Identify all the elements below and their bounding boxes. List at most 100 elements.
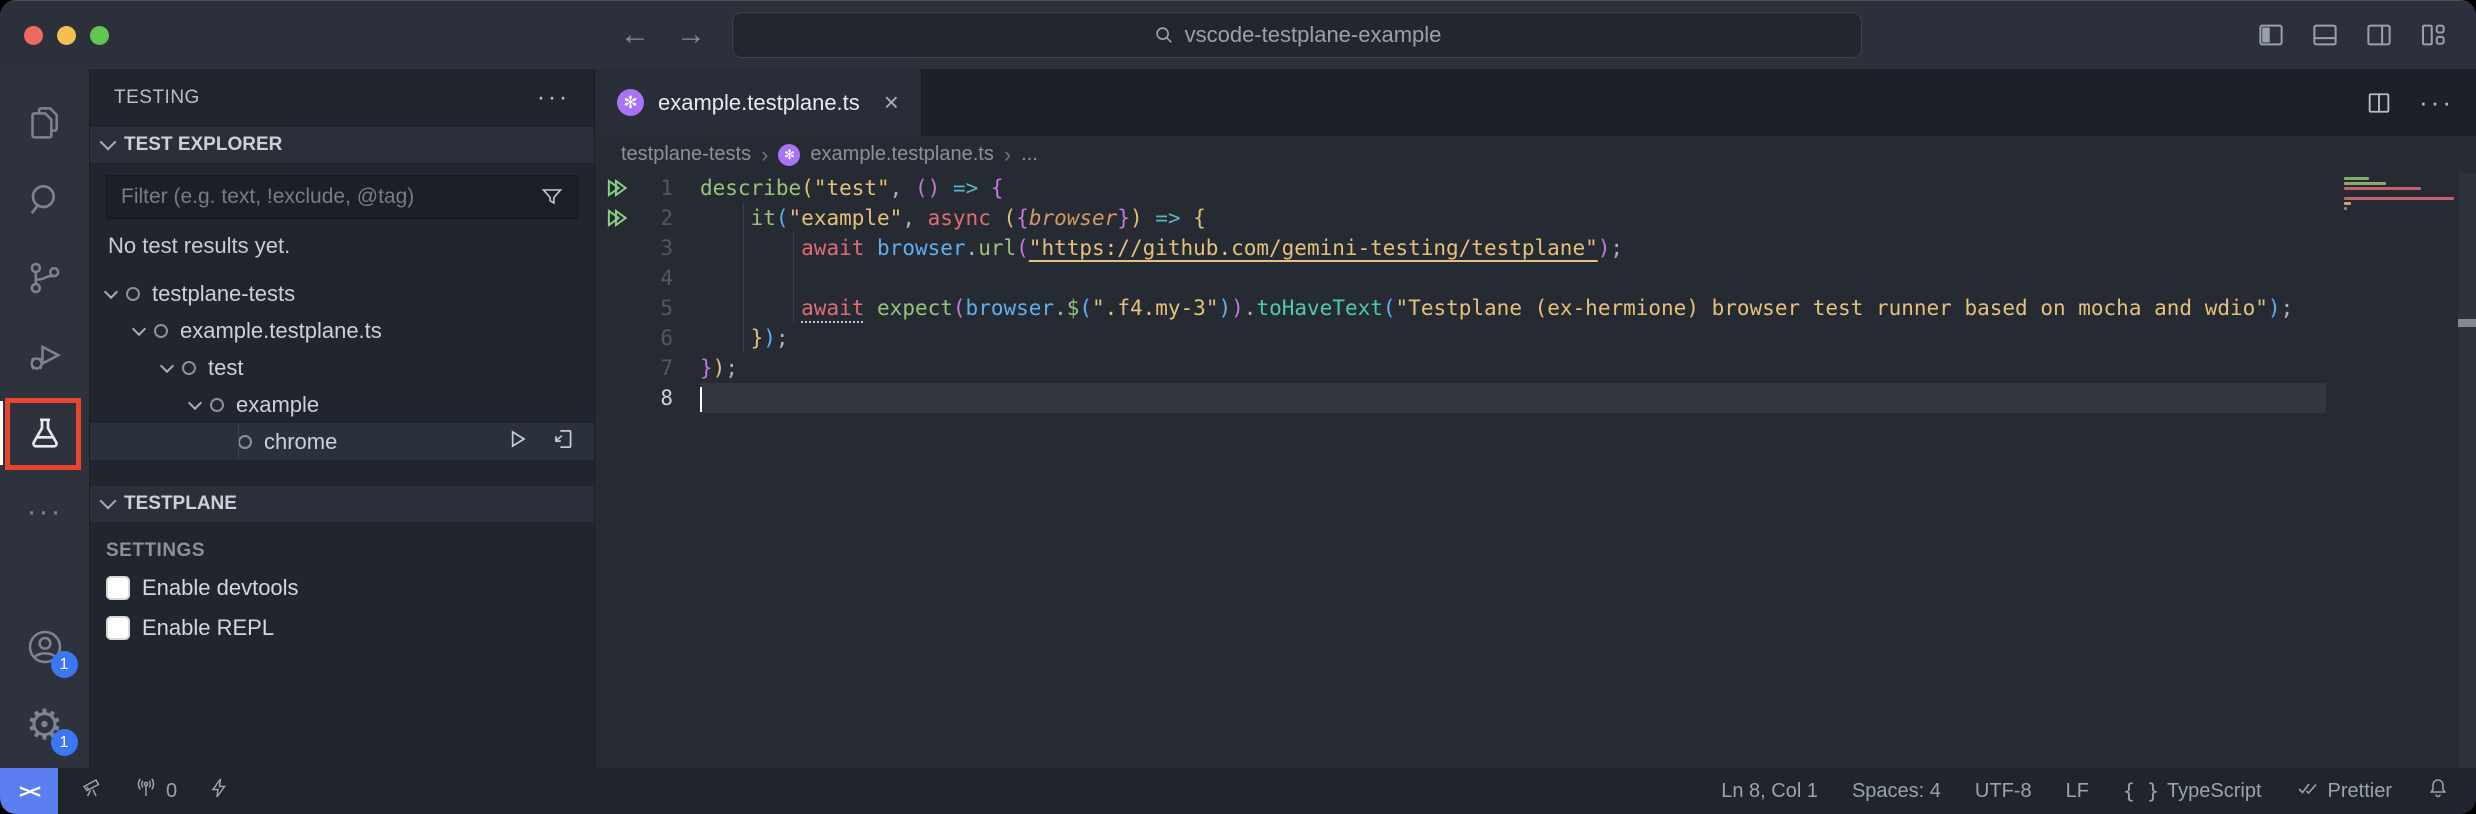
close-tab-icon[interactable]: × [884, 87, 899, 118]
close-window-button[interactable] [24, 26, 43, 45]
line-number: 5 [639, 293, 673, 323]
test-tree-item-test[interactable]: test [90, 349, 594, 386]
editor-more-actions-icon[interactable]: ··· [2419, 87, 2454, 118]
tab-bar: ✻ example.testplane.ts × ··· [595, 69, 2476, 136]
code-line-7[interactable]: 7}); [595, 353, 2476, 383]
checkbox-label: Enable REPL [142, 615, 274, 641]
zoom-window-button[interactable] [90, 26, 109, 45]
code-line-6[interactable]: 6 }); [595, 323, 2476, 353]
code-line-4[interactable]: 4 [595, 263, 2476, 293]
tree-item-label: testplane-tests [152, 281, 295, 307]
status-indentation[interactable]: Spaces: 4 [1852, 780, 1941, 803]
settings-label: SETTINGS [90, 522, 594, 568]
chevron-down-icon[interactable] [160, 358, 174, 372]
editor-scrollbar[interactable] [2458, 173, 2476, 768]
chevron-down-icon[interactable] [132, 321, 146, 335]
tree-item-label: example.testplane.ts [180, 318, 382, 344]
checkbox-unchecked[interactable] [106, 576, 130, 600]
line-number: 8 [639, 383, 673, 413]
status-bar: >< 0 Ln 8, Col 1 Spaces: 4 UTF-8 LF { }TypeS… [0, 768, 2476, 814]
test-state-circle-icon [126, 287, 140, 301]
tab-example-testplane-ts[interactable]: ✻ example.testplane.ts × [595, 69, 922, 136]
test-tree-item-example-testplane-ts[interactable]: example.testplane.ts [90, 312, 594, 349]
status-label: Ln 8, Col 1 [1721, 780, 1818, 803]
code-line-1[interactable]: 1describe("test", () => { [595, 173, 2476, 203]
breadcrumb-item[interactable]: ... [1021, 143, 1038, 166]
line-content: it("example", async ({browser}) => { [700, 203, 2326, 233]
run-test-gutter-icon[interactable] [595, 205, 639, 231]
breadcrumb-item[interactable]: example.testplane.ts [810, 143, 993, 166]
activity-bar-settings-icon[interactable]: ⚙1 [0, 686, 90, 764]
status-cursor-position[interactable]: Ln 8, Col 1 [1721, 780, 1818, 803]
chevron-down-icon[interactable] [104, 284, 118, 298]
testing-sidebar: TESTING ··· TEST EXPLORER No test result… [90, 69, 595, 768]
line-number: 7 [639, 353, 673, 383]
customize-layout-icon[interactable] [2418, 20, 2448, 50]
status-formatter[interactable]: Prettier [2296, 776, 2392, 806]
activity-bar-run-debug-icon[interactable] [0, 317, 90, 395]
activity-bar-source-control-icon[interactable] [0, 239, 90, 317]
test-explorer-section-header[interactable]: TEST EXPLORER [90, 127, 594, 163]
code-line-2[interactable]: 2 it("example", async ({browser}) => { [595, 203, 2476, 233]
settings-badge: 1 [51, 729, 78, 756]
code-line-3[interactable]: 3 await browser.url("https://github.com/… [595, 233, 2476, 263]
test-filter-input[interactable] [106, 175, 578, 219]
status-label: Prettier [2328, 780, 2392, 803]
no-results-message: No test results yet. [90, 223, 594, 275]
status-testplane-telescope[interactable] [80, 776, 104, 806]
line-content: }); [700, 353, 2326, 383]
activity-bar: ··· 1⚙1 [0, 69, 90, 768]
testplane-section-header[interactable]: TESTPLANE [90, 486, 594, 522]
status-power[interactable] [207, 776, 231, 806]
run-test-icon[interactable] [504, 426, 530, 458]
code-line-8[interactable]: 8 [595, 383, 2476, 413]
forward-icon[interactable]: → [676, 18, 706, 52]
line-number: 6 [639, 323, 673, 353]
activity-bar-testing-icon[interactable] [0, 395, 90, 473]
code-area[interactable]: 1describe("test", () => {2 it("example",… [595, 173, 2476, 768]
command-center-search[interactable]: vscode-testplane-example [732, 12, 1862, 58]
toggle-sidebar-icon[interactable] [2256, 20, 2286, 50]
back-icon[interactable]: ← [620, 18, 650, 52]
run-test-gutter-icon[interactable] [595, 175, 639, 201]
test-tree-item-example[interactable]: example [90, 386, 594, 423]
breadcrumb-separator: › [761, 142, 768, 168]
broadcast-icon [134, 776, 158, 806]
activity-bar-explorer-icon[interactable] [0, 83, 90, 161]
status-language-mode[interactable]: { }TypeScript [2123, 779, 2262, 803]
minimize-window-button[interactable] [57, 26, 76, 45]
filter-icon[interactable] [540, 185, 564, 209]
go-to-test-icon[interactable] [550, 426, 576, 458]
checkbox-unchecked[interactable] [106, 616, 130, 640]
activity-bar-more-icon[interactable]: ··· [0, 473, 90, 551]
breadcrumb-item[interactable]: testplane-tests [621, 143, 751, 166]
activity-bar-accounts-icon[interactable]: 1 [0, 608, 90, 686]
sidebar-more-actions-icon[interactable]: ··· [537, 84, 570, 112]
minimap-line [2344, 197, 2454, 200]
tree-item-label: chrome [264, 429, 337, 455]
line-content [700, 383, 2326, 413]
split-editor-icon[interactable] [2365, 89, 2393, 117]
toggle-panel-icon[interactable] [2310, 20, 2340, 50]
toggle-secondary-sidebar-icon[interactable] [2364, 20, 2394, 50]
remote-indicator[interactable]: >< [0, 768, 58, 814]
line-number: 2 [639, 203, 673, 233]
chevron-down-icon[interactable] [188, 395, 202, 409]
bolt-icon [207, 776, 231, 806]
minimap[interactable] [2344, 177, 2456, 217]
test-tree-item-chrome[interactable]: chrome [90, 423, 594, 460]
test-state-circle-icon [182, 361, 196, 375]
status-ports[interactable]: 0 [134, 776, 177, 806]
status-encoding[interactable]: UTF-8 [1975, 780, 2032, 803]
line-content: await browser.url("https://github.com/ge… [700, 233, 2326, 263]
status-label: UTF-8 [1975, 780, 2032, 803]
status-notifications[interactable] [2426, 776, 2450, 806]
test-explorer-title: TEST EXPLORER [124, 134, 282, 156]
activity-bar-search-icon[interactable] [0, 161, 90, 239]
test-tree-item-testplane-tests[interactable]: testplane-tests [90, 275, 594, 312]
breadcrumb: testplane-tests›✻example.testplane.ts›..… [595, 136, 2476, 173]
code-line-5[interactable]: 5 await expect(browser.$(".f4.my-3")).to… [595, 293, 2476, 323]
status-eol[interactable]: LF [2066, 780, 2089, 803]
tab-label: example.testplane.ts [658, 90, 860, 116]
editor-group: ✻ example.testplane.ts × ··· testplane-t… [595, 69, 2476, 768]
